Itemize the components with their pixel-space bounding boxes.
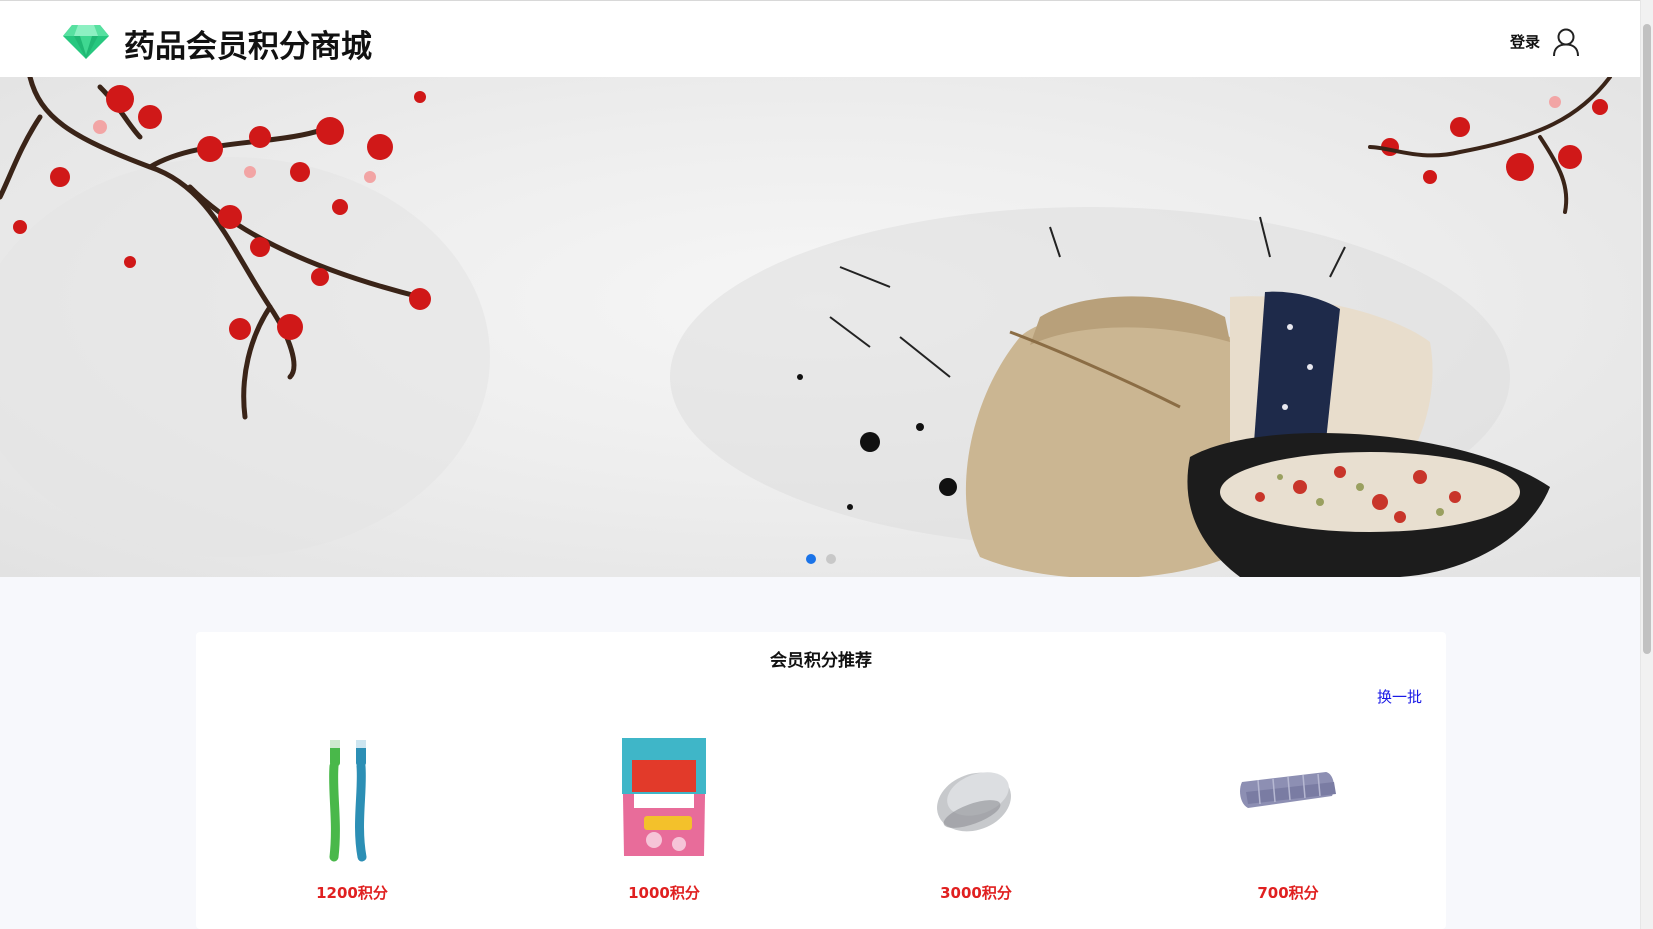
product-card[interactable]: 3000积分 bbox=[820, 732, 1132, 922]
top-header: 药品会员积分商城 登录 bbox=[0, 0, 1640, 77]
product-points: 700积分 bbox=[1257, 884, 1319, 902]
page-scrollbar[interactable] bbox=[1640, 0, 1653, 929]
product-points: 3000积分 bbox=[940, 884, 1012, 902]
carousel-dot-2[interactable] bbox=[826, 554, 836, 564]
user-icon[interactable] bbox=[1552, 27, 1580, 57]
banner-illustration bbox=[0, 77, 1612, 577]
section-title: 会员积分推荐 bbox=[770, 651, 872, 671]
diamond-logo-icon[interactable] bbox=[62, 21, 110, 61]
toothbrush-image bbox=[329, 740, 367, 862]
carousel-dot-1[interactable] bbox=[806, 554, 816, 564]
product-points: 1200积分 bbox=[316, 884, 388, 902]
computer-mouse-image bbox=[937, 772, 1011, 832]
refresh-batch-link[interactable]: 换一批 bbox=[1377, 686, 1422, 707]
product-points: 1000积分 bbox=[628, 884, 700, 902]
product-card[interactable]: 700积分 bbox=[1132, 732, 1444, 922]
detergent-bag-image bbox=[622, 738, 706, 856]
recommend-section: 会员积分推荐 换一批 1200积分 1000积分 3000积分 700积分 bbox=[196, 632, 1446, 929]
hero-banner[interactable] bbox=[0, 77, 1640, 577]
product-card[interactable]: 1200积分 bbox=[196, 732, 508, 922]
towel-image bbox=[1240, 772, 1336, 808]
login-link[interactable]: 登录 bbox=[1510, 31, 1540, 52]
site-title: 药品会员积分商城 bbox=[124, 29, 372, 65]
scrollbar-thumb[interactable] bbox=[1643, 24, 1651, 654]
product-card[interactable]: 1000积分 bbox=[508, 732, 820, 922]
